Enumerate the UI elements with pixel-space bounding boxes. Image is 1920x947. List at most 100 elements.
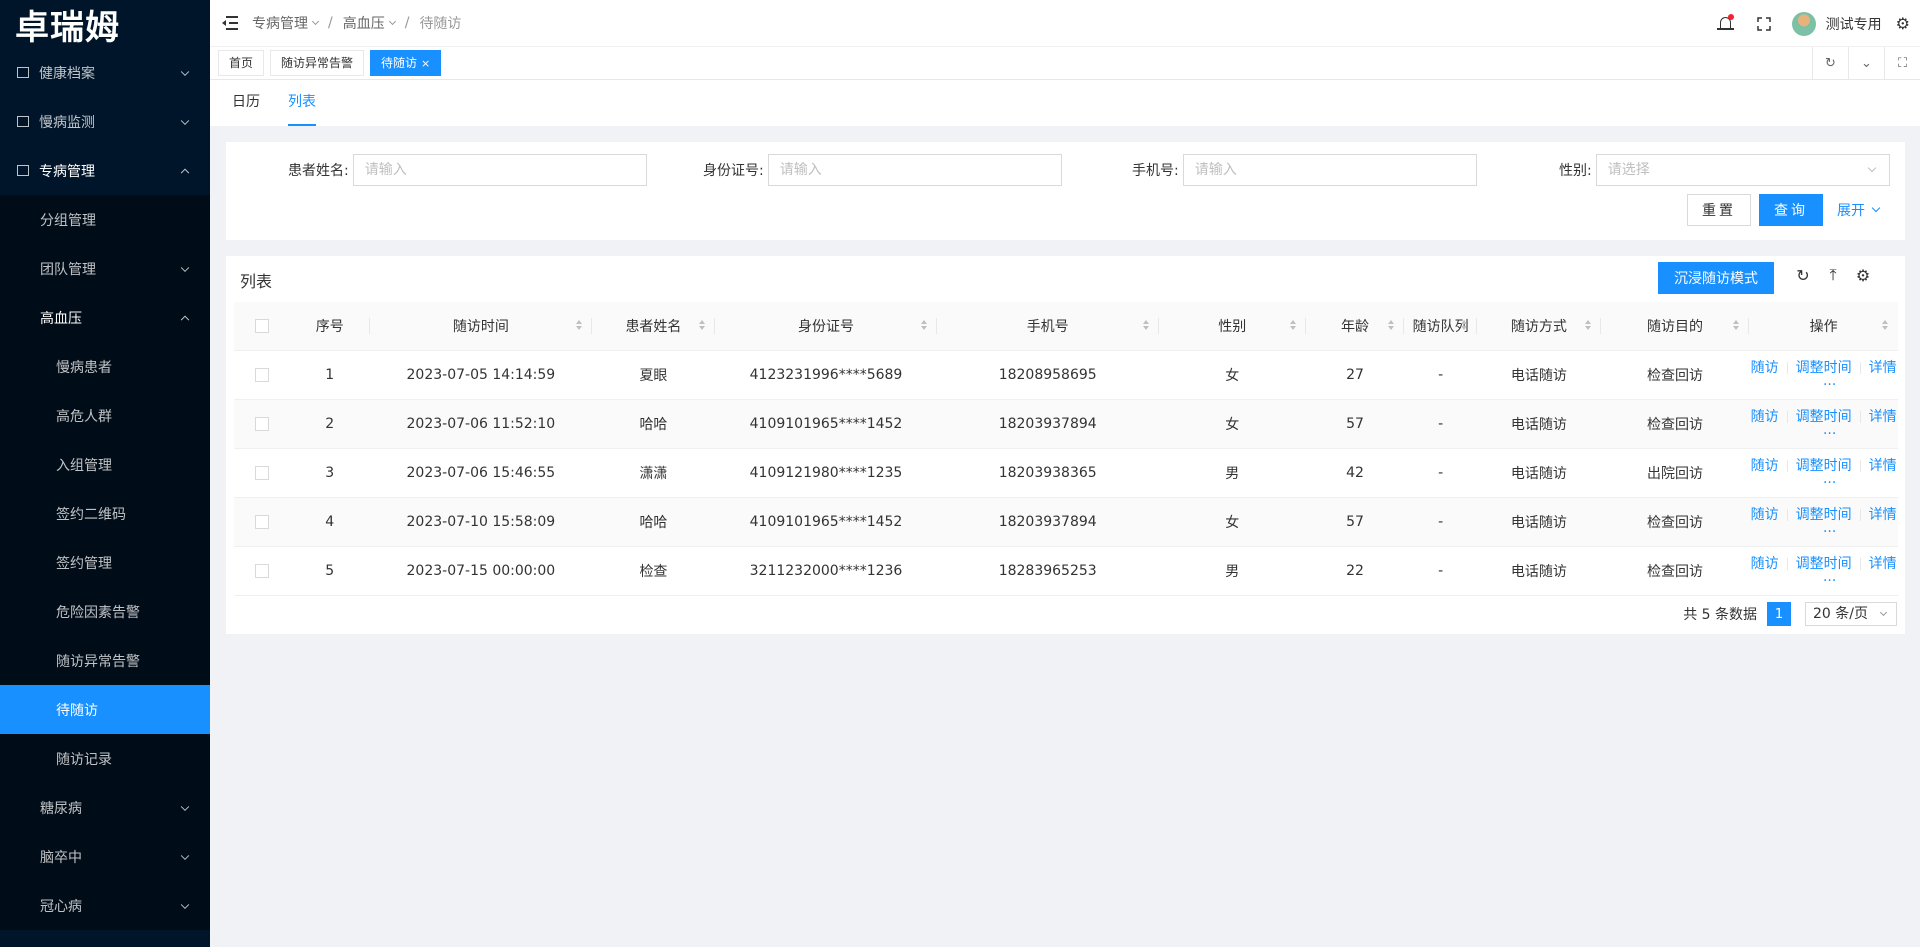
detail-link[interactable]: 详情 <box>1869 409 1897 425</box>
sidebar-item[interactable]: 冠心病 <box>0 881 210 930</box>
column-header[interactable]: 手机号 <box>936 302 1159 351</box>
tab-list[interactable]: 列表 <box>288 80 316 126</box>
expand-button[interactable]: 展开 <box>1837 194 1889 226</box>
more-icon[interactable]: ··· <box>1823 573 1836 589</box>
column-header[interactable]: 随访方式 <box>1477 302 1601 351</box>
gender-select[interactable]: 请选择 <box>1595 154 1890 186</box>
cell-gender: 女 <box>1158 497 1306 547</box>
detail-link[interactable]: 详情 <box>1869 458 1897 474</box>
tab-home[interactable]: 首页 <box>218 50 265 76</box>
sort-icon[interactable] <box>1388 320 1395 330</box>
detail-link[interactable]: 详情 <box>1869 556 1897 572</box>
sort-icon[interactable] <box>1142 320 1149 330</box>
sidebar-item[interactable]: 健康档案 <box>0 48 210 97</box>
adjust-time-link[interactable]: 调整时间 <box>1796 507 1852 523</box>
column-height-icon[interactable]: ⤒ <box>1824 265 1842 284</box>
page-size-select[interactable]: 20 条/页 <box>1805 602 1897 626</box>
sidebar-item[interactable]: 随访记录 <box>0 734 210 783</box>
sidebar-item[interactable]: 签约管理 <box>0 538 210 587</box>
sidebar-item[interactable]: 待随访 <box>0 685 210 734</box>
adjust-time-link[interactable]: 调整时间 <box>1796 458 1852 474</box>
reload-icon[interactable]: ↻ <box>1794 266 1812 285</box>
followup-link[interactable]: 随访 <box>1751 458 1779 474</box>
reset-button[interactable]: 重置 <box>1687 194 1751 226</box>
settings-icon[interactable]: ⚙ <box>1896 14 1910 33</box>
tab-calendar[interactable]: 日历 <box>232 80 260 126</box>
sort-icon[interactable] <box>1289 320 1296 330</box>
table-row[interactable]: 3 2023-07-06 15:46:55 潇潇 4109121980****1235… <box>234 448 1898 498</box>
avatar[interactable] <box>1791 11 1816 36</box>
sort-icon[interactable] <box>575 320 582 330</box>
more-icon[interactable]: ··· <box>1823 524 1836 540</box>
more-icon[interactable]: ··· <box>1823 426 1836 442</box>
adjust-time-link[interactable]: 调整时间 <box>1796 409 1852 425</box>
column-header[interactable]: 随访时间 <box>370 302 592 351</box>
sort-icon[interactable] <box>1461 320 1468 330</box>
sidebar-item[interactable]: 专病管理 <box>0 146 210 195</box>
sidebar-item[interactable]: 随访异常告警 <box>0 636 210 685</box>
menu-fold-icon[interactable] <box>222 16 238 30</box>
sidebar-item[interactable]: 糖尿病 <box>0 783 210 832</box>
fullscreen-icon[interactable] <box>1754 14 1774 34</box>
sidebar-item[interactable]: 危险因素告警 <box>0 587 210 636</box>
sidebar-item[interactable]: 脑卒中 <box>0 832 210 881</box>
sort-icon[interactable] <box>699 320 706 330</box>
refresh-icon[interactable]: ↻ <box>1812 47 1848 80</box>
followup-link[interactable]: 随访 <box>1751 507 1779 523</box>
sidebar-item[interactable]: 慢病患者 <box>0 342 210 391</box>
sidebar-item[interactable]: 高危人群 <box>0 391 210 440</box>
sidebar-item[interactable]: 慢病监测 <box>0 97 210 146</box>
followup-link[interactable]: 随访 <box>1751 360 1779 376</box>
select-all-checkbox[interactable] <box>254 318 269 333</box>
page-number[interactable]: 1 <box>1767 602 1791 626</box>
breadcrumb-item[interactable]: 高血压 <box>343 13 385 33</box>
sidebar-item[interactable]: 分组管理 <box>0 195 210 244</box>
followup-link[interactable]: 随访 <box>1751 409 1779 425</box>
adjust-time-link[interactable]: 调整时间 <box>1796 556 1852 572</box>
column-header[interactable]: 身份证号 <box>715 302 937 351</box>
followup-link[interactable]: 随访 <box>1751 556 1779 572</box>
sidebar-item[interactable]: 签约二维码 <box>0 489 210 538</box>
sort-icon[interactable] <box>1733 320 1740 330</box>
sort-icon[interactable] <box>1882 320 1888 330</box>
row-checkbox[interactable] <box>254 514 269 529</box>
username[interactable]: 测试专用 <box>1826 14 1882 34</box>
row-checkbox[interactable] <box>254 416 269 431</box>
settings-icon[interactable]: ⚙ <box>1854 266 1872 285</box>
immersive-mode-button[interactable]: 沉浸随访模式 <box>1658 262 1774 294</box>
row-checkbox[interactable] <box>254 563 269 578</box>
sidebar-item[interactable]: 团队管理 <box>0 244 210 293</box>
more-icon[interactable]: ··· <box>1823 475 1836 491</box>
query-button[interactable]: 查询 <box>1759 194 1823 226</box>
column-header[interactable]: 随访队列 <box>1404 302 1478 351</box>
row-checkbox[interactable] <box>254 465 269 480</box>
close-icon[interactable]: × <box>421 57 430 70</box>
column-header[interactable]: 操作 <box>1749 302 1898 351</box>
bell-icon[interactable] <box>1716 13 1736 34</box>
phone-input[interactable] <box>1182 154 1477 186</box>
id-number-input[interactable] <box>767 154 1062 186</box>
sidebar-item[interactable]: 高血压 <box>0 293 210 342</box>
chevron-down-icon[interactable]: ⌄ <box>1848 47 1884 80</box>
detail-link[interactable]: 详情 <box>1869 507 1897 523</box>
column-header[interactable]: 患者姓名 <box>591 302 716 351</box>
adjust-time-link[interactable]: 调整时间 <box>1796 360 1852 376</box>
column-header[interactable]: 随访目的 <box>1600 302 1750 351</box>
tab-pending-followup[interactable]: 待随访 × <box>370 50 442 76</box>
table-row[interactable]: 4 2023-07-10 15:58:09 哈哈 4109101965****1452… <box>234 497 1898 547</box>
table-row[interactable]: 5 2023-07-15 00:00:00 检查 3211232000****1236… <box>234 546 1898 596</box>
sort-icon[interactable] <box>920 320 927 330</box>
detail-link[interactable]: 详情 <box>1869 360 1897 376</box>
sort-icon[interactable] <box>1584 320 1591 330</box>
more-icon[interactable]: ··· <box>1823 377 1836 393</box>
row-checkbox[interactable] <box>254 367 269 382</box>
column-header[interactable]: 年龄 <box>1305 302 1405 351</box>
patient-name-input[interactable] <box>352 154 647 186</box>
tab-followup-alert[interactable]: 随访异常告警 <box>270 50 365 76</box>
breadcrumb-item[interactable]: 专病管理 <box>252 13 308 33</box>
table-row[interactable]: 2 2023-07-06 11:52:10 哈哈 4109101965****1452… <box>234 399 1898 449</box>
table-row[interactable]: 1 2023-07-05 14:14:59 夏眼 4123231996****5689… <box>234 350 1898 400</box>
sidebar-item[interactable]: 入组管理 <box>0 440 210 489</box>
maximize-icon[interactable]: ⛶ <box>1884 47 1920 80</box>
column-header[interactable]: 性别 <box>1158 302 1306 351</box>
